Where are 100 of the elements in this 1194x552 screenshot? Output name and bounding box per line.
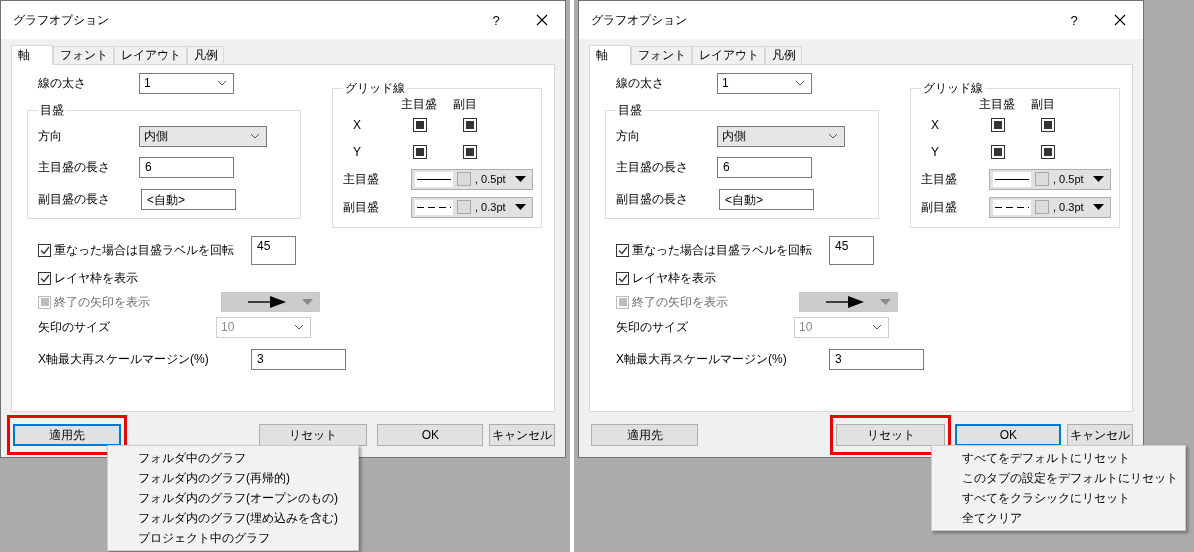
dropdown-triangle-icon (880, 299, 891, 305)
field-label: 方向 (38, 127, 63, 145)
menu-item[interactable]: フォルダ内のグラフ(オープンのもの) (108, 488, 358, 508)
menu-item[interactable]: フォルダ内のグラフ(埋め込みを含む) (108, 508, 358, 528)
checkbox[interactable] (616, 271, 629, 285)
chevron-down-icon (294, 324, 304, 330)
checkbox[interactable] (463, 117, 477, 132)
input-field[interactable]: 6 (139, 157, 234, 178)
field-label: 副目盛の長さ (38, 190, 111, 208)
input-field[interactable]: 45 (829, 235, 874, 265)
checkbox-label: 終了の矢印を表示 (632, 293, 729, 311)
column-header: 主目盛 (401, 95, 438, 113)
checkbox[interactable] (1041, 117, 1055, 132)
dialog-button[interactable]: 適用先 (13, 424, 121, 446)
menu-item[interactable]: フォルダ内のグラフ(再帰的) (108, 468, 358, 488)
input-field[interactable]: 6 (717, 157, 812, 178)
checkbox[interactable] (413, 144, 427, 159)
row-label: Y (352, 144, 362, 159)
color-swatch-icon (1035, 172, 1049, 186)
row-label: 副目盛 (343, 198, 380, 216)
input-field[interactable]: 3 (251, 348, 346, 370)
checkbox[interactable] (38, 271, 51, 285)
menu-item[interactable]: このタブの設定をデフォルトにリセット (932, 468, 1185, 488)
checkbox-label: 重なった場合は目盛ラベルを回転 (632, 241, 813, 259)
line-style-dropdown[interactable]: , 0.5pt (989, 168, 1111, 190)
group-title: グリッド線 (344, 80, 406, 97)
direction-dropdown[interactable]: 内側 (139, 125, 267, 147)
field-label: 矢印のサイズ (38, 318, 111, 336)
checkbox[interactable] (463, 144, 477, 159)
tab[interactable]: 凡例 (187, 46, 224, 64)
tab[interactable]: 凡例 (765, 46, 802, 64)
checkbox-label: レイヤ枠を表示 (54, 269, 139, 287)
menu-item[interactable]: プロジェクト中のグラフ (108, 528, 358, 548)
checkbox[interactable] (991, 117, 1005, 132)
line-style-dropdown[interactable]: , 0.3pt (989, 196, 1111, 218)
field-label: X軸最大再スケールマージン(%) (616, 350, 788, 368)
field-label: 方向 (616, 127, 641, 145)
field-label: 副目盛の長さ (616, 190, 689, 208)
input-field[interactable]: <自動> (719, 188, 814, 210)
arrow-dropdown[interactable] (221, 292, 320, 312)
column-header: 主目盛 (979, 95, 1016, 113)
line-width-dropdown[interactable]: 1 (717, 72, 812, 94)
row-label: Y (930, 144, 940, 159)
tab[interactable]: レイアウト (692, 46, 765, 64)
input-field[interactable]: <自動> (141, 188, 236, 210)
color-swatch-icon (457, 200, 471, 214)
input-field[interactable]: 3 (829, 348, 924, 370)
menu-item[interactable]: 全てクリア (932, 508, 1185, 528)
checkbox[interactable] (38, 243, 51, 257)
dialog-button[interactable]: リセット (259, 424, 368, 446)
help-button[interactable]: ? (473, 5, 519, 35)
dropdown-triangle-icon (302, 299, 313, 305)
column-header: 副目 (1031, 95, 1056, 113)
checkbox-label: 終了の矢印を表示 (54, 293, 151, 311)
dialog-button[interactable]: OK (955, 424, 1062, 446)
help-button[interactable]: ? (1051, 5, 1097, 35)
tab[interactable]: 軸 (589, 45, 631, 65)
dialog-button[interactable]: キャンセル (489, 424, 555, 446)
line-style-dropdown[interactable]: , 0.5pt (411, 168, 533, 190)
checkbox[interactable] (616, 243, 629, 257)
arrow-dropdown[interactable] (799, 292, 898, 312)
column-header: 副目 (453, 95, 478, 113)
checkbox[interactable] (991, 144, 1005, 159)
direction-dropdown[interactable]: 内側 (717, 125, 845, 147)
checkbox[interactable] (1041, 144, 1055, 159)
tab[interactable]: フォント (53, 46, 114, 64)
dialog-button[interactable]: リセット (836, 424, 946, 446)
dialog-button[interactable]: キャンセル (1067, 424, 1133, 446)
dialog-button[interactable]: 適用先 (591, 424, 699, 446)
tab[interactable]: 軸 (11, 45, 53, 65)
row-label: 主目盛 (921, 170, 958, 188)
row-label: X (352, 117, 362, 132)
close-icon (1114, 14, 1126, 26)
close-icon (536, 14, 548, 26)
line-style-dropdown[interactable]: , 0.3pt (411, 196, 533, 218)
window-title: グラフオプション (13, 11, 110, 29)
dropdown-triangle-icon (515, 204, 526, 210)
color-swatch-icon (1035, 200, 1049, 214)
field-label: 線の太さ (616, 74, 665, 92)
group-title: 目盛 (39, 102, 65, 119)
menu-item[interactable]: すべてをデフォルトにリセット (932, 448, 1185, 468)
field-label: 主目盛の長さ (616, 159, 689, 176)
menu-item[interactable]: フォルダ中のグラフ (108, 448, 358, 468)
chevron-down-icon (828, 133, 838, 139)
dialog-button[interactable]: OK (377, 424, 484, 446)
field-label: 矢印のサイズ (616, 318, 689, 336)
field-label: 主目盛の長さ (38, 159, 111, 176)
checkbox-label: 重なった場合は目盛ラベルを回転 (54, 241, 235, 259)
chevron-down-icon (217, 80, 227, 86)
tab[interactable]: レイアウト (114, 46, 187, 64)
tab[interactable]: フォント (631, 46, 692, 64)
checkbox-label: レイヤ枠を表示 (632, 269, 717, 287)
chevron-down-icon (795, 80, 805, 86)
arrow-icon (826, 296, 866, 308)
arrow-icon (248, 296, 288, 308)
menu-item[interactable]: すべてをクラシックにリセット (932, 488, 1185, 508)
dropdown-triangle-icon (1093, 176, 1104, 182)
line-width-dropdown[interactable]: 1 (139, 72, 234, 94)
input-field[interactable]: 45 (251, 235, 296, 265)
checkbox[interactable] (413, 117, 427, 132)
